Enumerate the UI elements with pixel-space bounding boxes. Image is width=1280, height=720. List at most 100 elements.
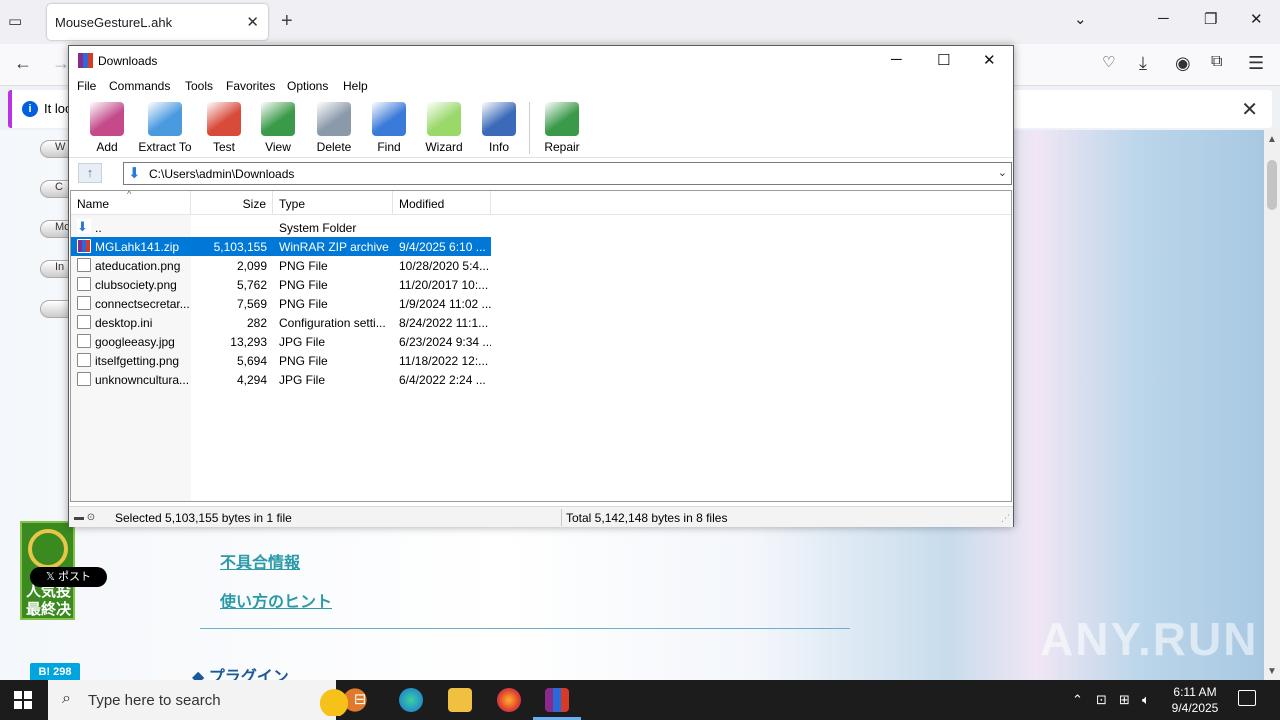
tab-close-icon[interactable]: ✕ bbox=[246, 13, 259, 31]
file-size: 5,694 bbox=[236, 354, 267, 368]
image-file-icon bbox=[77, 258, 91, 272]
notification-close-icon[interactable]: ✕ bbox=[1241, 97, 1258, 122]
system-clock[interactable]: 6:11 AM 9/4/2025 bbox=[1160, 684, 1230, 716]
network-icon[interactable]: ⊞ bbox=[1119, 692, 1130, 708]
tab-overflow-chevron-icon[interactable]: ⌄ bbox=[1074, 10, 1087, 28]
winrar-taskbar-icon[interactable] bbox=[533, 688, 581, 720]
resize-grip-icon[interactable]: ⋰ bbox=[1001, 513, 1010, 524]
file-size: 2,099 bbox=[236, 259, 267, 273]
file-list[interactable]: ^ Name Size Type Modified ⬇.. System Fold… bbox=[70, 190, 1012, 502]
task-view-icon[interactable]: ⊟ bbox=[348, 688, 372, 712]
page-scrollbar[interactable]: ▲ ▼ bbox=[1264, 130, 1280, 680]
winrar-window: Downloads ─ ☐ ✕ File Commands Tools Favorit… bbox=[68, 45, 1014, 527]
windows-start-icon[interactable] bbox=[14, 691, 32, 709]
menu-tools[interactable]: Tools bbox=[185, 79, 213, 93]
new-tab-icon[interactable]: + bbox=[281, 10, 293, 33]
file-name: .. bbox=[95, 221, 102, 235]
browser-restore-icon[interactable]: ❐ bbox=[1204, 10, 1217, 28]
image-file-icon bbox=[77, 277, 91, 291]
status-selected: Selected 5,103,155 bytes in 1 file bbox=[115, 511, 292, 525]
scroll-up-icon[interactable]: ▲ bbox=[1267, 134, 1277, 145]
tray-device-icon[interactable]: ⊡ bbox=[1096, 692, 1107, 708]
file-type: WinRAR ZIP archive bbox=[279, 240, 389, 254]
taskbar-search-box[interactable]: ⌕ Type here to search bbox=[48, 680, 376, 720]
scroll-down-icon[interactable]: ▼ bbox=[1267, 666, 1277, 677]
file-size: 13,293 bbox=[230, 335, 267, 349]
column-header-modified[interactable]: Modified bbox=[393, 191, 491, 215]
image-file-icon bbox=[77, 334, 91, 348]
file-size: 282 bbox=[246, 316, 267, 330]
file-row[interactable]: ateducation.png 2,099 PNG File 10/28/2020 5… bbox=[71, 256, 491, 275]
file-row[interactable]: MGLahk141.zip 5,103,155 WinRAR ZIP archive… bbox=[71, 237, 491, 256]
file-row[interactable]: googleeasy.jpg 13,293 JPG File 6/23/2024 9:… bbox=[71, 332, 491, 351]
column-header-size[interactable]: Size bbox=[191, 191, 273, 215]
extensions-icon[interactable]: ⧉ bbox=[1211, 53, 1222, 71]
toolbar-button-label: View bbox=[265, 140, 291, 154]
file-row[interactable]: itselfgetting.png 5,694 PNG File 11/18/2022… bbox=[71, 351, 491, 370]
notifications-icon[interactable] bbox=[1238, 690, 1256, 706]
menu-options[interactable]: Options bbox=[287, 79, 328, 93]
back-arrow-icon[interactable]: ← bbox=[14, 53, 32, 74]
account-icon[interactable]: ◉ bbox=[1175, 53, 1191, 74]
scroll-thumb[interactable] bbox=[1267, 160, 1277, 210]
maximize-icon[interactable]: ☐ bbox=[937, 51, 950, 69]
laurel-wreath-icon bbox=[28, 529, 68, 569]
file-row[interactable]: clubsociety.png 5,762 PNG File 11/20/2017 1… bbox=[71, 275, 491, 294]
file-explorer-icon[interactable] bbox=[448, 688, 472, 712]
browser-tab-active[interactable]: MouseGestureL.ahk ✕ bbox=[47, 4, 268, 40]
toolbar-separator bbox=[529, 102, 530, 154]
toolbar-button-label: Add bbox=[96, 140, 118, 154]
app-menu-icon[interactable]: ☰ bbox=[1248, 53, 1264, 74]
file-row[interactable]: unknowncultura... 4,294 JPG File 6/4/2022 2… bbox=[71, 370, 491, 389]
tab-list-icon[interactable]: ▭ bbox=[8, 12, 30, 34]
edge-browser-icon[interactable] bbox=[399, 688, 423, 712]
minimize-icon[interactable]: ─ bbox=[891, 51, 902, 68]
add-archive-icon bbox=[90, 102, 124, 136]
file-row[interactable]: ⬇.. System Folder bbox=[71, 218, 491, 237]
winrar-title-bar[interactable]: Downloads ─ ☐ ✕ bbox=[69, 46, 1013, 76]
search-icon: ⌕ bbox=[62, 690, 71, 707]
column-header-type[interactable]: Type bbox=[273, 191, 393, 215]
tray-overflow-chevron-icon[interactable]: ⌃ bbox=[1072, 692, 1083, 708]
browser-tab-title: MouseGestureL.ahk bbox=[55, 15, 173, 30]
link-usage-hints[interactable]: 使い方のヒント bbox=[220, 588, 332, 612]
volume-icon[interactable]: 🔈︎ bbox=[1142, 692, 1150, 708]
menu-file[interactable]: File bbox=[77, 79, 96, 93]
wizard-wand-icon bbox=[427, 102, 461, 136]
close-icon[interactable]: ✕ bbox=[983, 51, 996, 69]
file-modified: 11/20/2017 10:... bbox=[399, 278, 489, 292]
toolbar-repair-button[interactable]: Repair bbox=[527, 102, 597, 156]
file-row[interactable]: desktop.ini 282 Configuration setti... 8/24… bbox=[71, 313, 491, 332]
test-clipboard-icon bbox=[207, 102, 241, 136]
link-bug-info[interactable]: 不具合情報 bbox=[220, 549, 300, 573]
file-type: PNG File bbox=[279, 259, 328, 273]
menu-commands[interactable]: Commands bbox=[109, 79, 170, 93]
settings-file-icon bbox=[77, 315, 91, 329]
file-modified: 6/4/2022 2:24 ... bbox=[399, 373, 486, 387]
file-type: JPG File bbox=[279, 373, 326, 387]
folder-up-button[interactable]: ↑ bbox=[78, 163, 102, 183]
view-book-icon bbox=[261, 102, 295, 136]
clock-time: 6:11 AM bbox=[1173, 685, 1217, 699]
award-text: 人気投 最終决 bbox=[26, 583, 73, 618]
image-file-icon bbox=[77, 296, 91, 310]
path-combobox[interactable]: ⬇ C:\Users\admin\Downloads ⌄ bbox=[123, 162, 1012, 185]
file-row[interactable]: connectsecretar... 7,569 PNG File 1/9/2024 … bbox=[71, 294, 491, 313]
chevron-down-icon[interactable]: ⌄ bbox=[998, 166, 1007, 179]
sort-ascending-icon: ^ bbox=[127, 190, 132, 199]
menu-favorites[interactable]: Favorites bbox=[226, 79, 275, 93]
toolbar-info-button[interactable]: Info bbox=[464, 102, 534, 156]
firefox-icon[interactable] bbox=[497, 688, 521, 712]
menu-help[interactable]: Help bbox=[343, 79, 368, 93]
browser-close-icon[interactable]: ✕ bbox=[1250, 10, 1263, 28]
file-name: MGLahk141.zip bbox=[95, 240, 180, 254]
downloads-icon[interactable]: ⤓ bbox=[1139, 53, 1147, 74]
browser-minimize-icon[interactable]: ─ bbox=[1158, 10, 1169, 27]
hatena-bookmark-button[interactable]: B! 298 bbox=[30, 663, 80, 681]
column-header-name[interactable]: ^ Name bbox=[71, 191, 191, 215]
file-type: Configuration setti... bbox=[279, 316, 386, 330]
x-post-button[interactable]: 𝕏 ポスト bbox=[30, 567, 107, 587]
pocket-icon[interactable]: ♡ bbox=[1102, 53, 1115, 71]
file-type: PNG File bbox=[279, 297, 328, 311]
file-name: clubsociety.png bbox=[95, 278, 177, 292]
